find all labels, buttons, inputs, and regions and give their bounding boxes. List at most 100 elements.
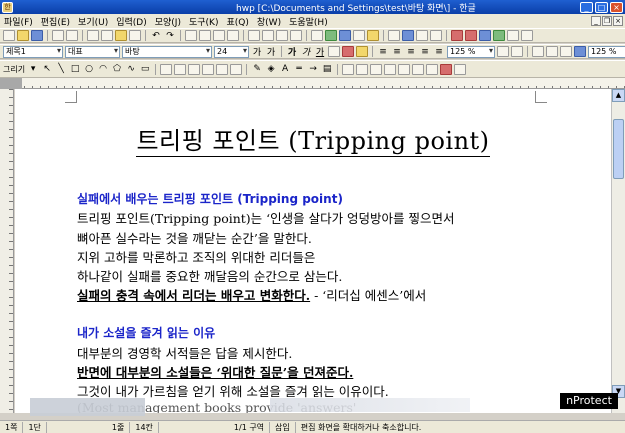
menu-file[interactable]: 파일(F) [0, 15, 37, 28]
superscript-icon[interactable] [328, 46, 340, 57]
align-justify-icon[interactable]: ≡ [377, 47, 389, 57]
memo-icon[interactable] [430, 30, 442, 41]
rotate-icon[interactable] [216, 63, 229, 75]
line-tool-icon[interactable]: ╲ [55, 64, 67, 74]
menu-format[interactable]: 모양(J) [151, 15, 185, 28]
object-properties-icon[interactable] [426, 63, 439, 75]
doc-close-button[interactable]: × [613, 16, 623, 26]
layout-icon[interactable] [507, 30, 519, 41]
align-objects-icon[interactable] [342, 63, 355, 75]
save-icon[interactable] [31, 30, 43, 41]
hyperlink-icon[interactable] [388, 30, 400, 41]
minimize-button[interactable]: _ [580, 1, 593, 13]
vertical-ruler[interactable] [0, 89, 14, 413]
font-grow-icon[interactable]: 가 [251, 45, 263, 58]
distribute-objects-icon[interactable] [356, 63, 369, 75]
track-changes-icon[interactable] [465, 30, 477, 41]
redo-icon[interactable]: ↷ [164, 31, 176, 41]
undo-icon[interactable]: ↶ [150, 31, 162, 41]
draw-menu-button[interactable]: 그리기 [3, 64, 25, 75]
align-center-icon[interactable]: ≡ [405, 47, 417, 57]
scroll-thumb[interactable] [613, 119, 624, 179]
font-shrink-icon[interactable]: 가 [265, 45, 277, 58]
underline-icon[interactable]: 가 [314, 45, 326, 58]
open-file-icon[interactable] [17, 30, 29, 41]
maximize-button[interactable]: □ [595, 1, 608, 13]
shadow-icon[interactable]: ▤ [321, 64, 333, 74]
vertical-scrollbar[interactable]: ▲ ▼ [611, 89, 625, 413]
bring-front-icon[interactable] [188, 63, 201, 75]
dictionary-icon[interactable] [227, 30, 239, 41]
align-right-icon[interactable]: ≡ [419, 47, 431, 57]
hwp-app-icon[interactable]: 한 [2, 1, 13, 13]
page-setup-icon[interactable] [262, 30, 274, 41]
distribute-icon[interactable]: ≡ [433, 47, 445, 57]
document-area[interactable]: 트리핑 포인트 (Tripping point) 실패에서 배우는 트리핑 포인… [15, 89, 611, 413]
style-select[interactable]: 제목1 [3, 45, 63, 58]
menu-view[interactable]: 보기(U) [74, 15, 112, 28]
select-pointer-icon[interactable]: ↖ [41, 64, 53, 74]
header-icon[interactable] [276, 30, 288, 41]
replace-icon[interactable] [199, 30, 211, 41]
insert-chart-icon[interactable] [325, 30, 337, 41]
close-button[interactable]: × [610, 1, 623, 13]
line-style-icon[interactable]: ═ [293, 64, 305, 74]
mail-icon[interactable] [416, 30, 428, 41]
group-icon[interactable] [160, 63, 173, 75]
zoom-select[interactable]: 125 % [588, 45, 625, 58]
menu-insert[interactable]: 입력(D) [112, 15, 151, 28]
footnote-icon[interactable] [290, 30, 302, 41]
status-mode[interactable]: 삽입 [270, 421, 296, 433]
font-color-icon[interactable] [342, 46, 354, 57]
paste-icon[interactable] [115, 30, 127, 41]
line-spacing-down-icon[interactable] [511, 46, 523, 57]
line-color-icon[interactable]: ✎ [251, 64, 263, 74]
italic-icon[interactable]: 가 [300, 45, 312, 58]
rectangle-tool-icon[interactable]: □ [69, 64, 81, 74]
wrap-icon[interactable] [384, 63, 397, 75]
toolbox-icon[interactable] [493, 30, 505, 41]
scroll-up-arrow-icon[interactable]: ▲ [612, 89, 625, 102]
send-back-icon[interactable] [202, 63, 215, 75]
new-document-icon[interactable] [3, 30, 15, 41]
find-icon[interactable] [185, 30, 197, 41]
align-left-icon[interactable]: ≡ [391, 47, 403, 57]
doc-restore-button[interactable]: ❐ [602, 16, 612, 26]
fill-color-icon[interactable]: ◈ [265, 64, 277, 74]
macro-record-icon[interactable] [451, 30, 463, 41]
menu-help[interactable]: 도움말(H) [285, 15, 332, 28]
bold-icon[interactable]: 가 [286, 45, 298, 58]
line-spacing-select[interactable]: 125 % [447, 45, 495, 58]
horizontal-ruler[interactable] [0, 78, 625, 89]
numbering-icon[interactable] [532, 46, 544, 57]
print-preview-icon[interactable] [66, 30, 78, 41]
object-delete-icon[interactable] [440, 63, 453, 75]
copy-icon[interactable] [101, 30, 113, 41]
scroll-down-icon[interactable] [454, 63, 467, 75]
highlight-icon[interactable] [356, 46, 368, 57]
web-icon[interactable] [402, 30, 414, 41]
line-end-icon[interactable]: → [307, 64, 319, 74]
size-objects-icon[interactable] [370, 63, 383, 75]
ellipse-tool-icon[interactable]: ○ [83, 64, 95, 74]
menu-tools[interactable]: 도구(K) [185, 15, 223, 28]
dropdown-arrow-icon[interactable]: ▾ [27, 64, 39, 74]
options-icon[interactable] [521, 30, 533, 41]
insert-object-icon[interactable] [367, 30, 379, 41]
columns-icon[interactable] [248, 30, 260, 41]
doc-minimize-button[interactable]: _ [591, 16, 601, 26]
zoom-icon[interactable] [574, 46, 586, 57]
insert-textbox-icon[interactable] [353, 30, 365, 41]
caption-icon[interactable] [412, 63, 425, 75]
insert-picture-icon[interactable] [339, 30, 351, 41]
anchor-icon[interactable] [398, 63, 411, 75]
font-select[interactable]: 바탕 [122, 45, 212, 58]
polygon-tool-icon[interactable]: ⬠ [111, 64, 123, 74]
font-type-select[interactable]: 대표 [65, 45, 120, 58]
menu-window[interactable]: 창(W) [253, 15, 285, 28]
spellcheck-icon[interactable] [213, 30, 225, 41]
font-size-select[interactable]: 24 [214, 45, 249, 58]
text-color-icon[interactable]: A [279, 64, 291, 74]
ungroup-icon[interactable] [174, 63, 187, 75]
curve-tool-icon[interactable]: ∿ [125, 64, 137, 74]
